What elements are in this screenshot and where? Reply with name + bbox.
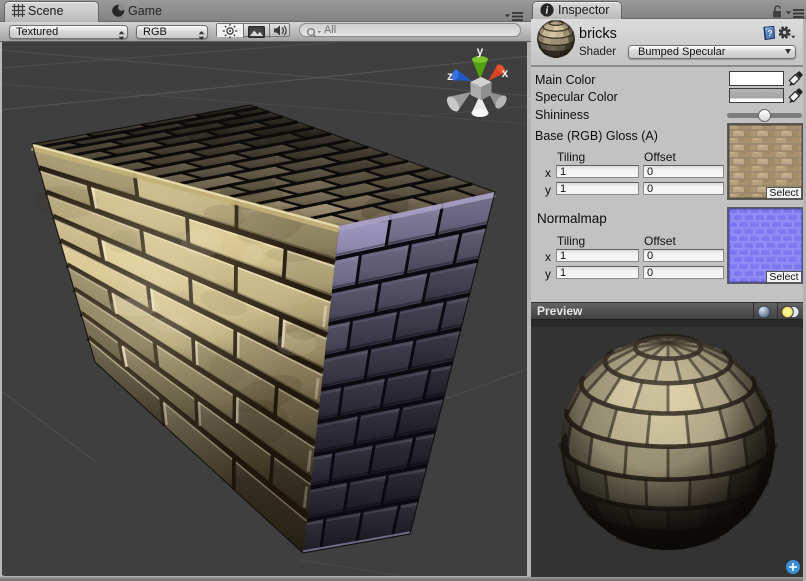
svg-text:x: x (502, 66, 509, 80)
svg-text:?: ? (767, 28, 772, 38)
svg-text:i: i (546, 6, 549, 17)
svg-text:y: y (477, 44, 484, 58)
svg-text:z: z (447, 69, 453, 83)
